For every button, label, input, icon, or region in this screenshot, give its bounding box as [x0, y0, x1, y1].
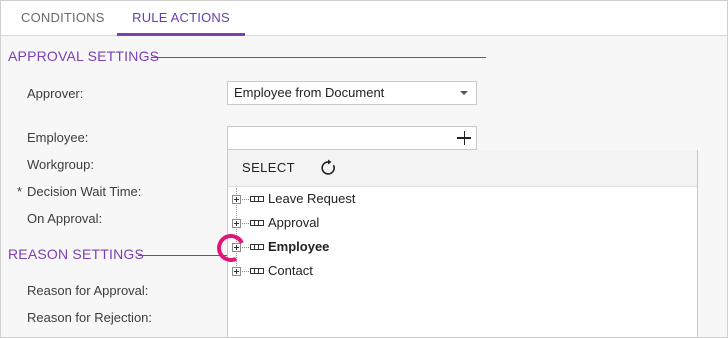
tree-item-approval[interactable]: Approval: [232, 215, 532, 235]
lookup-toolbar: SELECT: [228, 150, 697, 187]
chevron-down-icon: [460, 91, 468, 95]
tab-conditions[interactable]: CONDITIONS: [21, 1, 105, 36]
tab-rule-actions[interactable]: RULE ACTIONS: [117, 1, 245, 36]
tree-item-label: Employee: [268, 239, 330, 254]
select-button[interactable]: SELECT: [242, 160, 295, 175]
required-marker: *: [17, 184, 23, 199]
expand-icon[interactable]: [232, 267, 241, 276]
approver-label: Approver:: [27, 86, 84, 101]
reason-for-approval-label: Reason for Approval:: [27, 283, 149, 298]
approval-settings-divider: [151, 57, 486, 58]
reason-settings-title: REASON SETTINGS: [8, 246, 145, 262]
employee-lookup-panel: SELECT Leave Request Approval Employee C…: [227, 150, 698, 338]
refresh-icon[interactable]: [320, 159, 338, 177]
approver-select[interactable]: Employee from Document: [227, 81, 477, 105]
workgroup-label: Workgroup:: [27, 157, 94, 172]
tree-connector: [242, 199, 249, 200]
approver-selected-value: Employee from Document: [234, 85, 385, 100]
tree-item-leave-request[interactable]: Leave Request: [232, 191, 532, 211]
approval-settings-title: APPROVAL SETTINGS: [8, 48, 160, 64]
employee-label: Employee:: [27, 130, 89, 145]
expand-icon[interactable]: [232, 195, 241, 204]
tree-item-label: Contact: [268, 263, 313, 278]
reason-settings-divider: [138, 255, 228, 256]
tree-item-employee[interactable]: Employee: [232, 239, 532, 259]
tab-bar: CONDITIONS RULE ACTIONS: [1, 1, 727, 36]
table-node-icon: [250, 196, 264, 202]
table-node-icon: [250, 220, 264, 226]
tree-item-contact[interactable]: Contact: [232, 263, 532, 283]
tree-item-label: Approval: [268, 215, 320, 230]
reason-for-rejection-label: Reason for Rejection:: [27, 310, 153, 325]
tree-connector: [242, 223, 249, 224]
table-node-icon: [250, 268, 264, 274]
table-node-icon: [250, 244, 264, 250]
employee-lookup-input[interactable]: [227, 126, 477, 150]
tree-connector: [242, 271, 249, 272]
decision-wait-time-label: Decision Wait Time:: [27, 184, 142, 199]
on-approval-label: On Approval:: [27, 211, 103, 226]
tree-item-label: Leave Request: [268, 191, 356, 206]
add-icon[interactable]: [454, 127, 474, 149]
expand-icon[interactable]: [232, 219, 241, 228]
